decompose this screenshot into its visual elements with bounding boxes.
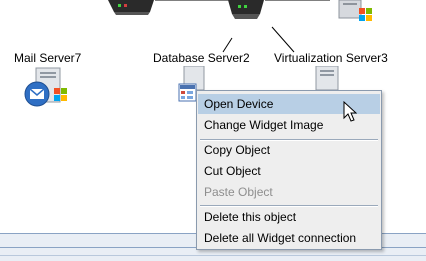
router-icon[interactable] (106, 0, 156, 16)
node-label-mail-server: Mail Server7 (14, 51, 82, 65)
menu-item-paste-object: Paste Object (204, 185, 273, 199)
menu-item-delete-object[interactable]: Delete this object (198, 207, 380, 227)
mail-server-icon[interactable] (24, 66, 72, 110)
node-label-virtualization-server: Virtualization Server3 (274, 51, 388, 65)
menu-item-delete-all-widget-connection[interactable]: Delete all Widget connection (198, 228, 380, 248)
menu-item-copy-object[interactable]: Copy Object (198, 140, 380, 160)
mouse-cursor-icon (343, 101, 357, 122)
virtualization-server-icon[interactable] (310, 66, 350, 92)
menu-item-cut-object[interactable]: Cut Object (198, 161, 380, 181)
server-icon[interactable] (335, 0, 375, 24)
node-label-database-server: Database Server2 (153, 51, 250, 65)
switch-icon[interactable] (224, 0, 268, 22)
divider (0, 255, 426, 256)
